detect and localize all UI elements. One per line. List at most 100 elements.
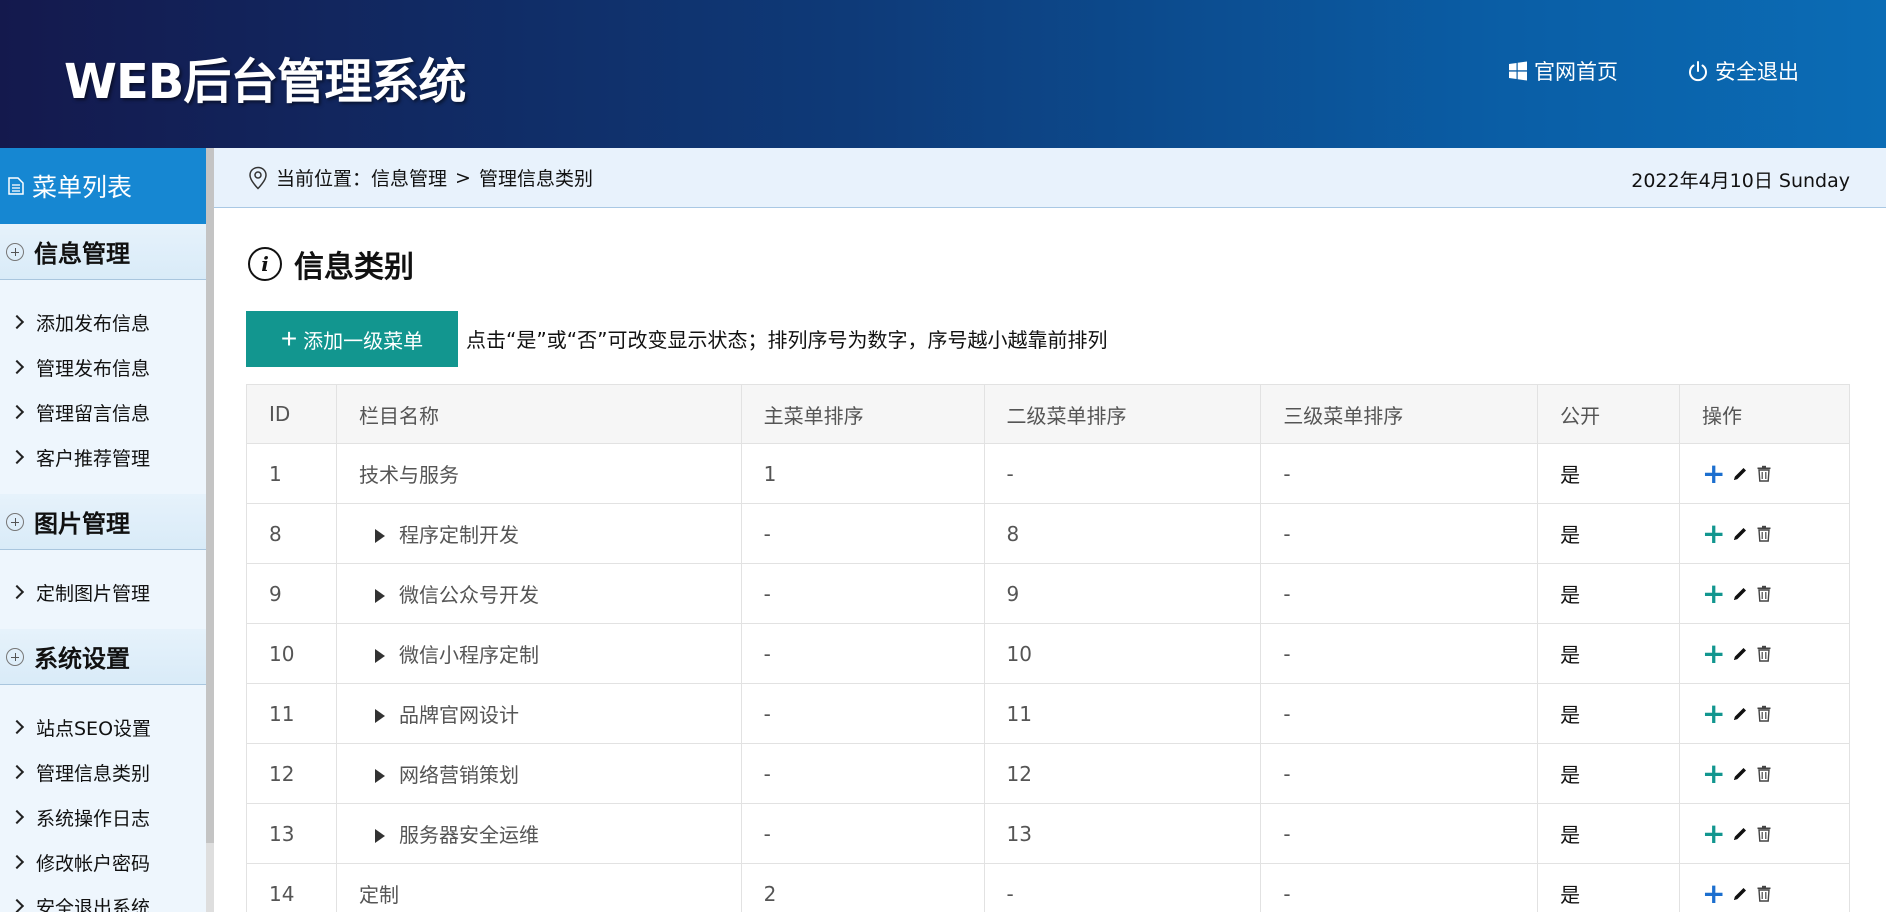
delete-button[interactable] (1756, 885, 1772, 902)
sidebar-scrollbar[interactable] (206, 148, 214, 912)
cell-actions: + (1679, 443, 1850, 504)
document-icon (8, 177, 24, 195)
public-toggle[interactable]: 是 (1560, 703, 1580, 727)
breadcrumb-level1[interactable]: 信息管理 (371, 164, 447, 191)
edit-button[interactable] (1732, 886, 1748, 902)
table-header-row: ID 栏目名称 主菜单排序 二级菜单排序 三级菜单排序 公开 操作 (246, 384, 1850, 444)
delete-button[interactable] (1756, 765, 1772, 782)
caret-right-icon (374, 589, 385, 603)
add-submenu-button[interactable]: + (1702, 759, 1725, 788)
cell-id: 10 (246, 623, 337, 684)
edit-button[interactable] (1732, 826, 1748, 842)
category-name: 技术与服务 (358, 463, 459, 487)
pencil-icon (1734, 827, 1747, 840)
sidebar-scrollbar-thumb[interactable] (206, 148, 214, 843)
sidebar-item-custom-images[interactable]: 定制图片管理 (0, 572, 206, 612)
public-toggle[interactable]: 是 (1560, 763, 1580, 787)
add-top-menu-button[interactable]: + 添加一级菜单 (246, 311, 458, 367)
sidebar-title: 菜单列表 (0, 148, 206, 224)
sidebar-item-logout[interactable]: 安全退出系统 (0, 886, 206, 912)
delete-button[interactable] (1756, 825, 1772, 842)
cell-id: 12 (246, 743, 337, 804)
chevron-right-icon (9, 854, 25, 870)
caret-right-icon (374, 529, 385, 543)
sidebar-item-messages[interactable]: 管理留言信息 (0, 392, 206, 432)
delete-button[interactable] (1756, 585, 1772, 602)
breadcrumb: 当前位置： 信息管理 > 管理信息类别 2022年4月10日 Sunday (214, 148, 1886, 208)
chevron-right-icon (9, 764, 25, 780)
public-toggle[interactable]: 是 (1560, 523, 1580, 547)
sidebar-item-seo[interactable]: 站点SEO设置 (0, 707, 206, 747)
cell-actions: + (1679, 863, 1850, 912)
edit-button[interactable] (1732, 466, 1748, 482)
home-link-label: 官网首页 (1534, 60, 1618, 84)
sidebar-item-manage-info[interactable]: 管理发布信息 (0, 347, 206, 387)
info-icon: i (248, 247, 282, 281)
cell-id: 13 (246, 803, 337, 864)
app-logo: WEB后台管理系统 (64, 54, 466, 110)
add-submenu-button[interactable]: + (1702, 819, 1725, 848)
category-name: 微信小程序定制 (398, 643, 539, 667)
sidebar-group-label: 图片管理 (34, 510, 130, 538)
cell-public: 是 (1537, 443, 1681, 504)
sidebar-group-settings[interactable]: 系统设置 (0, 629, 206, 685)
breadcrumb-prefix: 当前位置： (276, 168, 372, 190)
public-toggle[interactable]: 是 (1560, 823, 1580, 847)
chevron-right-icon (9, 809, 25, 825)
row-actions: + (1702, 879, 1849, 908)
add-submenu-button[interactable]: + (1702, 879, 1725, 908)
pencil-icon (1734, 647, 1747, 660)
sidebar-group-info[interactable]: 信息管理 (0, 224, 206, 280)
pencil-icon (1734, 467, 1747, 480)
edit-button[interactable] (1732, 526, 1748, 542)
delete-button[interactable] (1756, 705, 1772, 722)
chevron-right-icon (9, 314, 25, 330)
cell-id: 1 (246, 443, 337, 504)
sidebar-item-add-info[interactable]: 添加发布信息 (0, 302, 206, 342)
expand-icon (6, 647, 24, 666)
edit-button[interactable] (1732, 766, 1748, 782)
add-submenu-button[interactable]: + (1702, 639, 1725, 668)
cell-public: 是 (1537, 683, 1681, 744)
cell-actions: + (1679, 503, 1850, 564)
edit-button[interactable] (1732, 706, 1748, 722)
delete-button[interactable] (1756, 645, 1772, 662)
sidebar-group-label: 信息管理 (34, 240, 130, 268)
public-toggle[interactable]: 是 (1560, 643, 1580, 667)
sidebar-item-logs[interactable]: 系统操作日志 (0, 797, 206, 837)
edit-button[interactable] (1732, 646, 1748, 662)
caret-right-icon (374, 769, 385, 783)
cell-second-order: 11 (983, 683, 1262, 744)
trash-icon (1757, 825, 1771, 842)
cell-second-order: 10 (983, 623, 1262, 684)
delete-button[interactable] (1756, 525, 1772, 542)
public-toggle[interactable]: 是 (1560, 463, 1580, 487)
cell-main-order: - (740, 503, 985, 564)
cell-public: 是 (1537, 503, 1681, 564)
home-link[interactable]: 官网首页 (1508, 56, 1618, 86)
public-toggle[interactable]: 是 (1560, 583, 1580, 607)
public-toggle[interactable]: 是 (1560, 883, 1580, 907)
col-header-third-order: 三级菜单排序 (1260, 384, 1539, 444)
row-actions: + (1702, 639, 1849, 668)
add-submenu-button[interactable]: + (1702, 699, 1725, 728)
sidebar-item-categories[interactable]: 管理信息类别 (0, 752, 206, 792)
add-submenu-button[interactable]: + (1702, 579, 1725, 608)
chevron-right-icon (9, 584, 25, 600)
edit-button[interactable] (1732, 586, 1748, 602)
category-name: 网络营销策划 (398, 763, 519, 787)
cell-second-order: 12 (983, 743, 1262, 804)
sidebar-item-password[interactable]: 修改帐户密码 (0, 842, 206, 882)
cell-public: 是 (1537, 743, 1681, 804)
sidebar-item-recommend[interactable]: 客户推荐管理 (0, 437, 206, 477)
add-submenu-button[interactable]: + (1702, 519, 1725, 548)
delete-button[interactable] (1756, 465, 1772, 482)
cell-name: 网络营销策划 (335, 743, 742, 804)
logout-link[interactable]: 安全退出 (1687, 56, 1799, 86)
col-header-name: 栏目名称 (335, 384, 742, 444)
location-pin-icon (249, 166, 267, 190)
add-submenu-button[interactable]: + (1702, 459, 1725, 488)
cell-name: 定制 (335, 863, 742, 912)
sidebar-group-images[interactable]: 图片管理 (0, 494, 206, 550)
cell-third-order: - (1260, 563, 1539, 624)
